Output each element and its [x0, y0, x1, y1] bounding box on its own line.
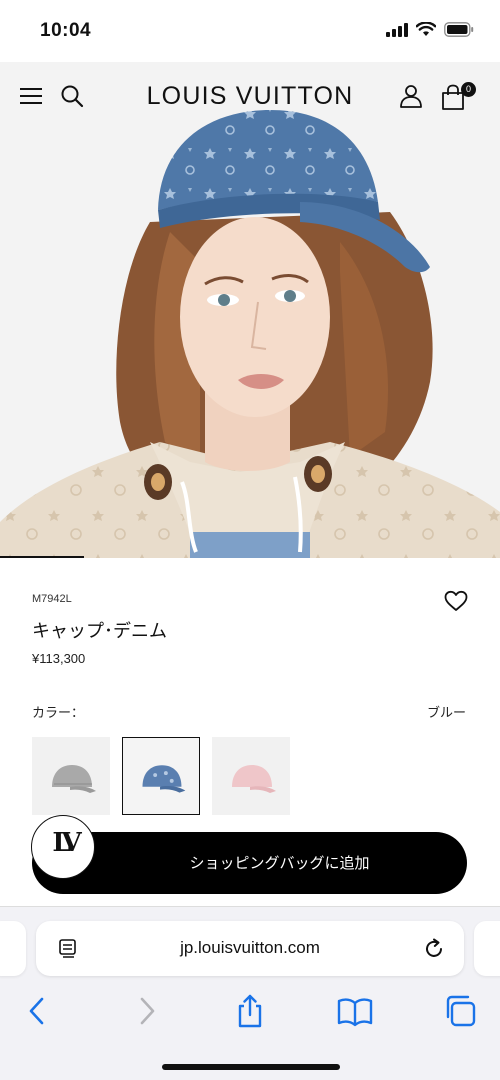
cap-thumbnail-grey [52, 765, 96, 793]
product-name: キャップ･デニム [32, 621, 167, 642]
add-to-bag-button[interactable]: ショッピングバッグに追加 [32, 832, 467, 894]
swatch-pink[interactable] [212, 737, 290, 815]
swatch-grey[interactable] [32, 737, 110, 815]
status-bar: 10:04 [0, 0, 500, 62]
home-indicator[interactable] [162, 1064, 340, 1070]
cellular-signal-icon [386, 22, 408, 37]
product-price: ¥113,300 [32, 651, 86, 666]
product-sku: M7942L [32, 593, 72, 605]
url-text: jp.louisvuitton.com [180, 938, 320, 957]
bookmarks-icon[interactable] [337, 993, 373, 1029]
product-hero-image[interactable]: LOUIS VUITTON 0 [0, 62, 500, 558]
brand-logo[interactable]: LOUIS VUITTON [0, 82, 500, 111]
model-wearing-cap-illustration [0, 62, 500, 558]
back-icon[interactable] [20, 993, 56, 1029]
color-label: カラー： [32, 706, 85, 721]
shopping-bag-button[interactable]: 0 [441, 82, 476, 110]
account-icon[interactable] [399, 84, 423, 108]
site-header: LOUIS VUITTON 0 [0, 62, 500, 132]
tabs-icon[interactable] [442, 993, 478, 1029]
status-icons [386, 22, 474, 37]
color-swatches [32, 737, 290, 815]
share-icon[interactable] [232, 993, 268, 1029]
next-tab-preview[interactable] [474, 921, 500, 976]
cap-thumbnail-blue [142, 765, 186, 793]
color-value[interactable]: ブルー [427, 702, 466, 721]
wifi-icon [416, 22, 436, 36]
swatch-blue[interactable] [122, 737, 200, 815]
add-to-bag-label: ショッピングバッグに追加 [189, 854, 370, 872]
reload-icon[interactable] [422, 937, 446, 961]
bag-count-badge: 0 [461, 82, 476, 97]
browser-toolbar [0, 993, 500, 1029]
wishlist-heart-icon[interactable] [444, 590, 468, 612]
image-carousel-indicator [0, 556, 84, 558]
lv-monogram-icon: LV [52, 828, 81, 858]
cap-thumbnail-pink [232, 765, 276, 793]
address-bar[interactable]: jp.louisvuitton.com [36, 921, 464, 976]
status-time: 10:04 [40, 20, 92, 41]
previous-tab-preview[interactable] [0, 921, 26, 976]
browser-chrome: jp.louisvuitton.com [0, 906, 500, 1080]
battery-icon [444, 22, 474, 37]
forward-icon[interactable] [128, 993, 164, 1029]
lv-monogram-badge[interactable]: LV [31, 815, 95, 879]
